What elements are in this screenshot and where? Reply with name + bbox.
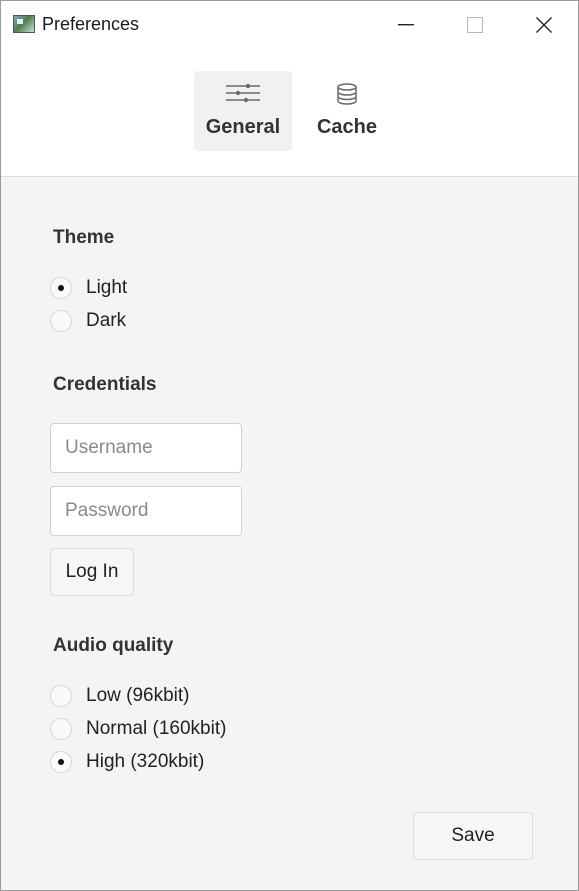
preferences-window: Preferences General Cache Theme Light Da… [0,0,579,891]
general-settings-panel: Theme Light Dark Credentials Log In Audi… [1,177,578,890]
theme-dark-label: Dark [86,310,127,331]
theme-light-label: Light [86,277,128,298]
database-icon [337,83,357,105]
save-button[interactable]: Save [413,812,533,860]
close-icon [536,16,552,33]
password-input[interactable] [50,486,242,536]
audio-high-label: High (320kbit) [86,751,205,772]
tab-cache[interactable]: Cache [298,71,396,151]
username-input[interactable] [50,423,242,473]
audio-low-radio[interactable] [50,685,72,707]
theme-dark-radio[interactable] [50,310,72,332]
minimize-button[interactable] [372,1,440,48]
audio-normal-label: Normal (160kbit) [86,718,227,739]
tab-header: General Cache [1,48,578,177]
maximize-icon [467,16,483,33]
theme-light-radio[interactable] [50,277,72,299]
title-bar[interactable]: Preferences [1,1,578,48]
audio-high-radio[interactable] [50,751,72,773]
audio-quality-section-title: Audio quality [53,635,174,656]
app-icon [13,15,35,33]
tab-general-label: General [205,116,281,138]
theme-section-title: Theme [53,227,115,248]
sliders-icon [226,83,260,103]
tab-general[interactable]: General [194,71,292,151]
audio-low-label: Low (96kbit) [86,685,190,706]
credentials-section-title: Credentials [53,374,157,395]
audio-normal-radio[interactable] [50,718,72,740]
window-title: Preferences [42,14,140,34]
login-button[interactable]: Log In [50,548,134,596]
close-button[interactable] [510,1,578,48]
maximize-button[interactable] [441,1,509,48]
tab-cache-label: Cache [316,116,378,138]
minimize-icon [398,23,414,25]
